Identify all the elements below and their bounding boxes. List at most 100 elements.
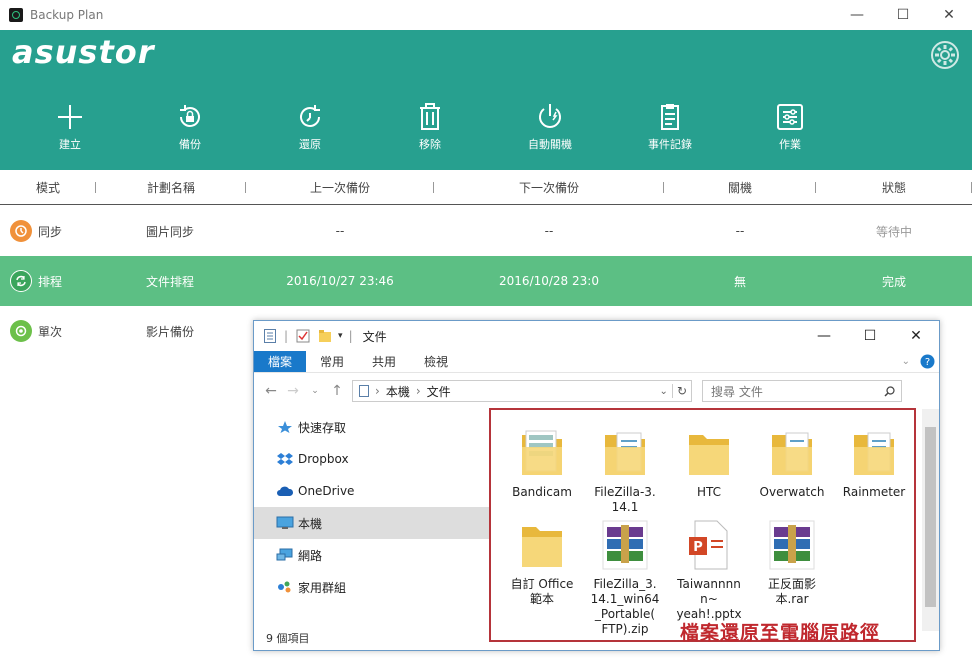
- file-name: Overwatch: [759, 485, 825, 499]
- nav-item-quick-access[interactable]: 快速存取: [254, 411, 489, 443]
- column-status[interactable]: 狀態: [816, 179, 972, 196]
- column-shutdown[interactable]: 關機: [664, 179, 816, 196]
- svg-text:P: P: [693, 540, 703, 555]
- nav-item-onedrive[interactable]: OneDrive: [254, 475, 489, 507]
- create-button[interactable]: 建立: [10, 102, 130, 152]
- column-next-backup[interactable]: 下一次備份: [434, 179, 664, 196]
- file-name: 自訂 Office 範本: [510, 577, 574, 606]
- plan-row[interactable]: 同步 圖片同步 -- -- -- 等待中: [0, 206, 972, 256]
- row-status: 等待中: [875, 224, 912, 239]
- plan-row[interactable]: 排程 文件排程 2016/10/27 23:46 2016/10/28 23:0…: [0, 256, 972, 306]
- file-item[interactable]: 自訂 Office 範本: [502, 517, 582, 607]
- file-item[interactable]: 正反面影 本.rar: [752, 517, 832, 607]
- create-label: 建立: [59, 138, 81, 151]
- backup-icon: [180, 105, 200, 127]
- file-explorer-window: | ▾ | 文件 — ☐ ✕ 檔案 常用 共用 檢視 ⌄ ? ← → ⌄ ↑ ›…: [253, 320, 940, 651]
- file-item[interactable]: FileZilla_3. 14.1_win64 _Portable( FTP).…: [585, 517, 665, 637]
- star-icon: [278, 421, 292, 433]
- row-status: 完成: [881, 274, 906, 289]
- up-arrow-icon[interactable]: ↑: [326, 383, 348, 399]
- column-plan-name[interactable]: 計劃名稱: [96, 179, 246, 196]
- refresh-icon[interactable]: ↻: [671, 384, 691, 398]
- properties-icon[interactable]: [296, 329, 310, 343]
- tasks-button[interactable]: 作業: [730, 102, 850, 152]
- path-segment-this-pc[interactable]: 本機: [386, 383, 410, 400]
- row-plan-name: 文件排程: [146, 274, 195, 289]
- file-item[interactable]: FileZilla-3. 14.1: [585, 425, 665, 515]
- row-next-backup: 2016/10/28 23:0: [499, 274, 599, 288]
- explorer-title-bar: | ▾ | 文件 — ☐ ✕: [254, 321, 939, 351]
- column-mode[interactable]: 模式: [0, 179, 96, 196]
- forward-arrow-icon[interactable]: →: [282, 383, 304, 399]
- column-last-backup[interactable]: 上一次備份: [246, 179, 434, 196]
- row-next-backup: --: [544, 224, 554, 238]
- tab-file[interactable]: 檔案: [254, 351, 307, 372]
- settings-gear-icon[interactable]: [930, 40, 960, 70]
- file-name: Bandicam: [512, 485, 572, 499]
- auto-shutdown-label: 自動關機: [528, 138, 572, 151]
- maximize-button[interactable]: ☐: [880, 0, 926, 30]
- file-name: Rainmeter: [842, 485, 906, 499]
- quick-access-dropdown-icon[interactable]: ▾: [338, 331, 343, 341]
- expand-ribbon-icon[interactable]: ⌄: [902, 351, 910, 372]
- power-icon: [539, 104, 561, 128]
- row-mode: 同步: [38, 224, 63, 239]
- computer-icon: [276, 516, 294, 529]
- file-name: FileZilla_3. 14.1_win64 _Portable( FTP).…: [590, 577, 660, 636]
- explorer-title: 文件: [362, 329, 387, 344]
- once-mode-icon: [10, 320, 32, 342]
- explorer-minimize-button[interactable]: —: [801, 321, 847, 351]
- nav-item-homegroup[interactable]: 家用群組: [254, 571, 489, 603]
- documents-small-icon: [359, 385, 369, 397]
- file-name: HTC: [696, 485, 722, 499]
- file-name: FileZilla-3. 14.1: [594, 485, 656, 514]
- file-name: 正反面影 本.rar: [767, 577, 816, 606]
- search-placeholder: 搜尋 文件: [711, 384, 763, 399]
- tasks-label: 作業: [779, 138, 801, 151]
- vertical-scrollbar[interactable]: [922, 409, 939, 631]
- network-icon: [276, 548, 293, 561]
- row-plan-name: 影片備份: [146, 324, 195, 339]
- minimize-button[interactable]: —: [834, 0, 880, 30]
- powerpoint-file-icon: P: [689, 520, 728, 570]
- backup-button[interactable]: 備份: [130, 102, 250, 152]
- address-bar[interactable]: › 本機 › 文件 ⌄ ↻: [352, 380, 692, 402]
- event-log-label: 事件記錄: [648, 138, 692, 151]
- address-dropdown-icon[interactable]: ⌄: [660, 386, 668, 397]
- sync-mode-icon: [10, 220, 32, 242]
- status-bar-item-count: 9 個項目: [266, 632, 310, 645]
- auto-shutdown-button[interactable]: 自動關機: [490, 102, 610, 152]
- file-name: Taiwannnn n~ yeah!.pptx: [676, 577, 742, 621]
- row-shutdown: --: [735, 224, 745, 238]
- event-log-button[interactable]: 事件記錄: [610, 102, 730, 152]
- nav-item-this-pc[interactable]: 本機: [254, 507, 489, 539]
- nav-item-network[interactable]: 網路: [254, 539, 489, 571]
- file-item[interactable]: Rainmeter: [834, 425, 914, 500]
- file-item[interactable]: Bandicam: [502, 425, 582, 500]
- explorer-close-button[interactable]: ✕: [893, 321, 939, 351]
- rar-archive-icon: [602, 520, 648, 570]
- recent-dropdown-icon[interactable]: ⌄: [304, 386, 326, 396]
- row-plan-name: 圖片同步: [146, 224, 195, 239]
- dropbox-icon: [277, 453, 293, 465]
- new-folder-icon[interactable]: [318, 329, 332, 343]
- restore-button[interactable]: 還原: [250, 102, 370, 152]
- close-button[interactable]: ✕: [926, 0, 972, 30]
- explorer-maximize-button[interactable]: ☐: [847, 321, 893, 351]
- back-arrow-icon[interactable]: ←: [260, 383, 282, 399]
- file-item[interactable]: P Taiwannnn n~ yeah!.pptx: [669, 517, 749, 622]
- path-segment-documents[interactable]: 文件: [427, 383, 451, 400]
- nav-item-dropbox[interactable]: Dropbox: [254, 443, 489, 475]
- restore-label: 還原: [299, 138, 321, 151]
- svg-text:?: ?: [925, 357, 930, 368]
- scrollbar-thumb[interactable]: [925, 427, 936, 607]
- file-item[interactable]: Overwatch: [752, 425, 832, 500]
- tab-share[interactable]: 共用: [358, 351, 410, 372]
- tab-view[interactable]: 檢視: [410, 351, 462, 372]
- header: asustor 建立 備份 還原 移除 自動關機 事件記錄 作業: [0, 30, 972, 170]
- file-item[interactable]: HTC: [669, 425, 749, 500]
- search-input[interactable]: 搜尋 文件: [702, 380, 902, 402]
- tab-home[interactable]: 常用: [306, 351, 358, 372]
- remove-button[interactable]: 移除: [370, 102, 490, 152]
- help-icon[interactable]: ?: [920, 351, 935, 372]
